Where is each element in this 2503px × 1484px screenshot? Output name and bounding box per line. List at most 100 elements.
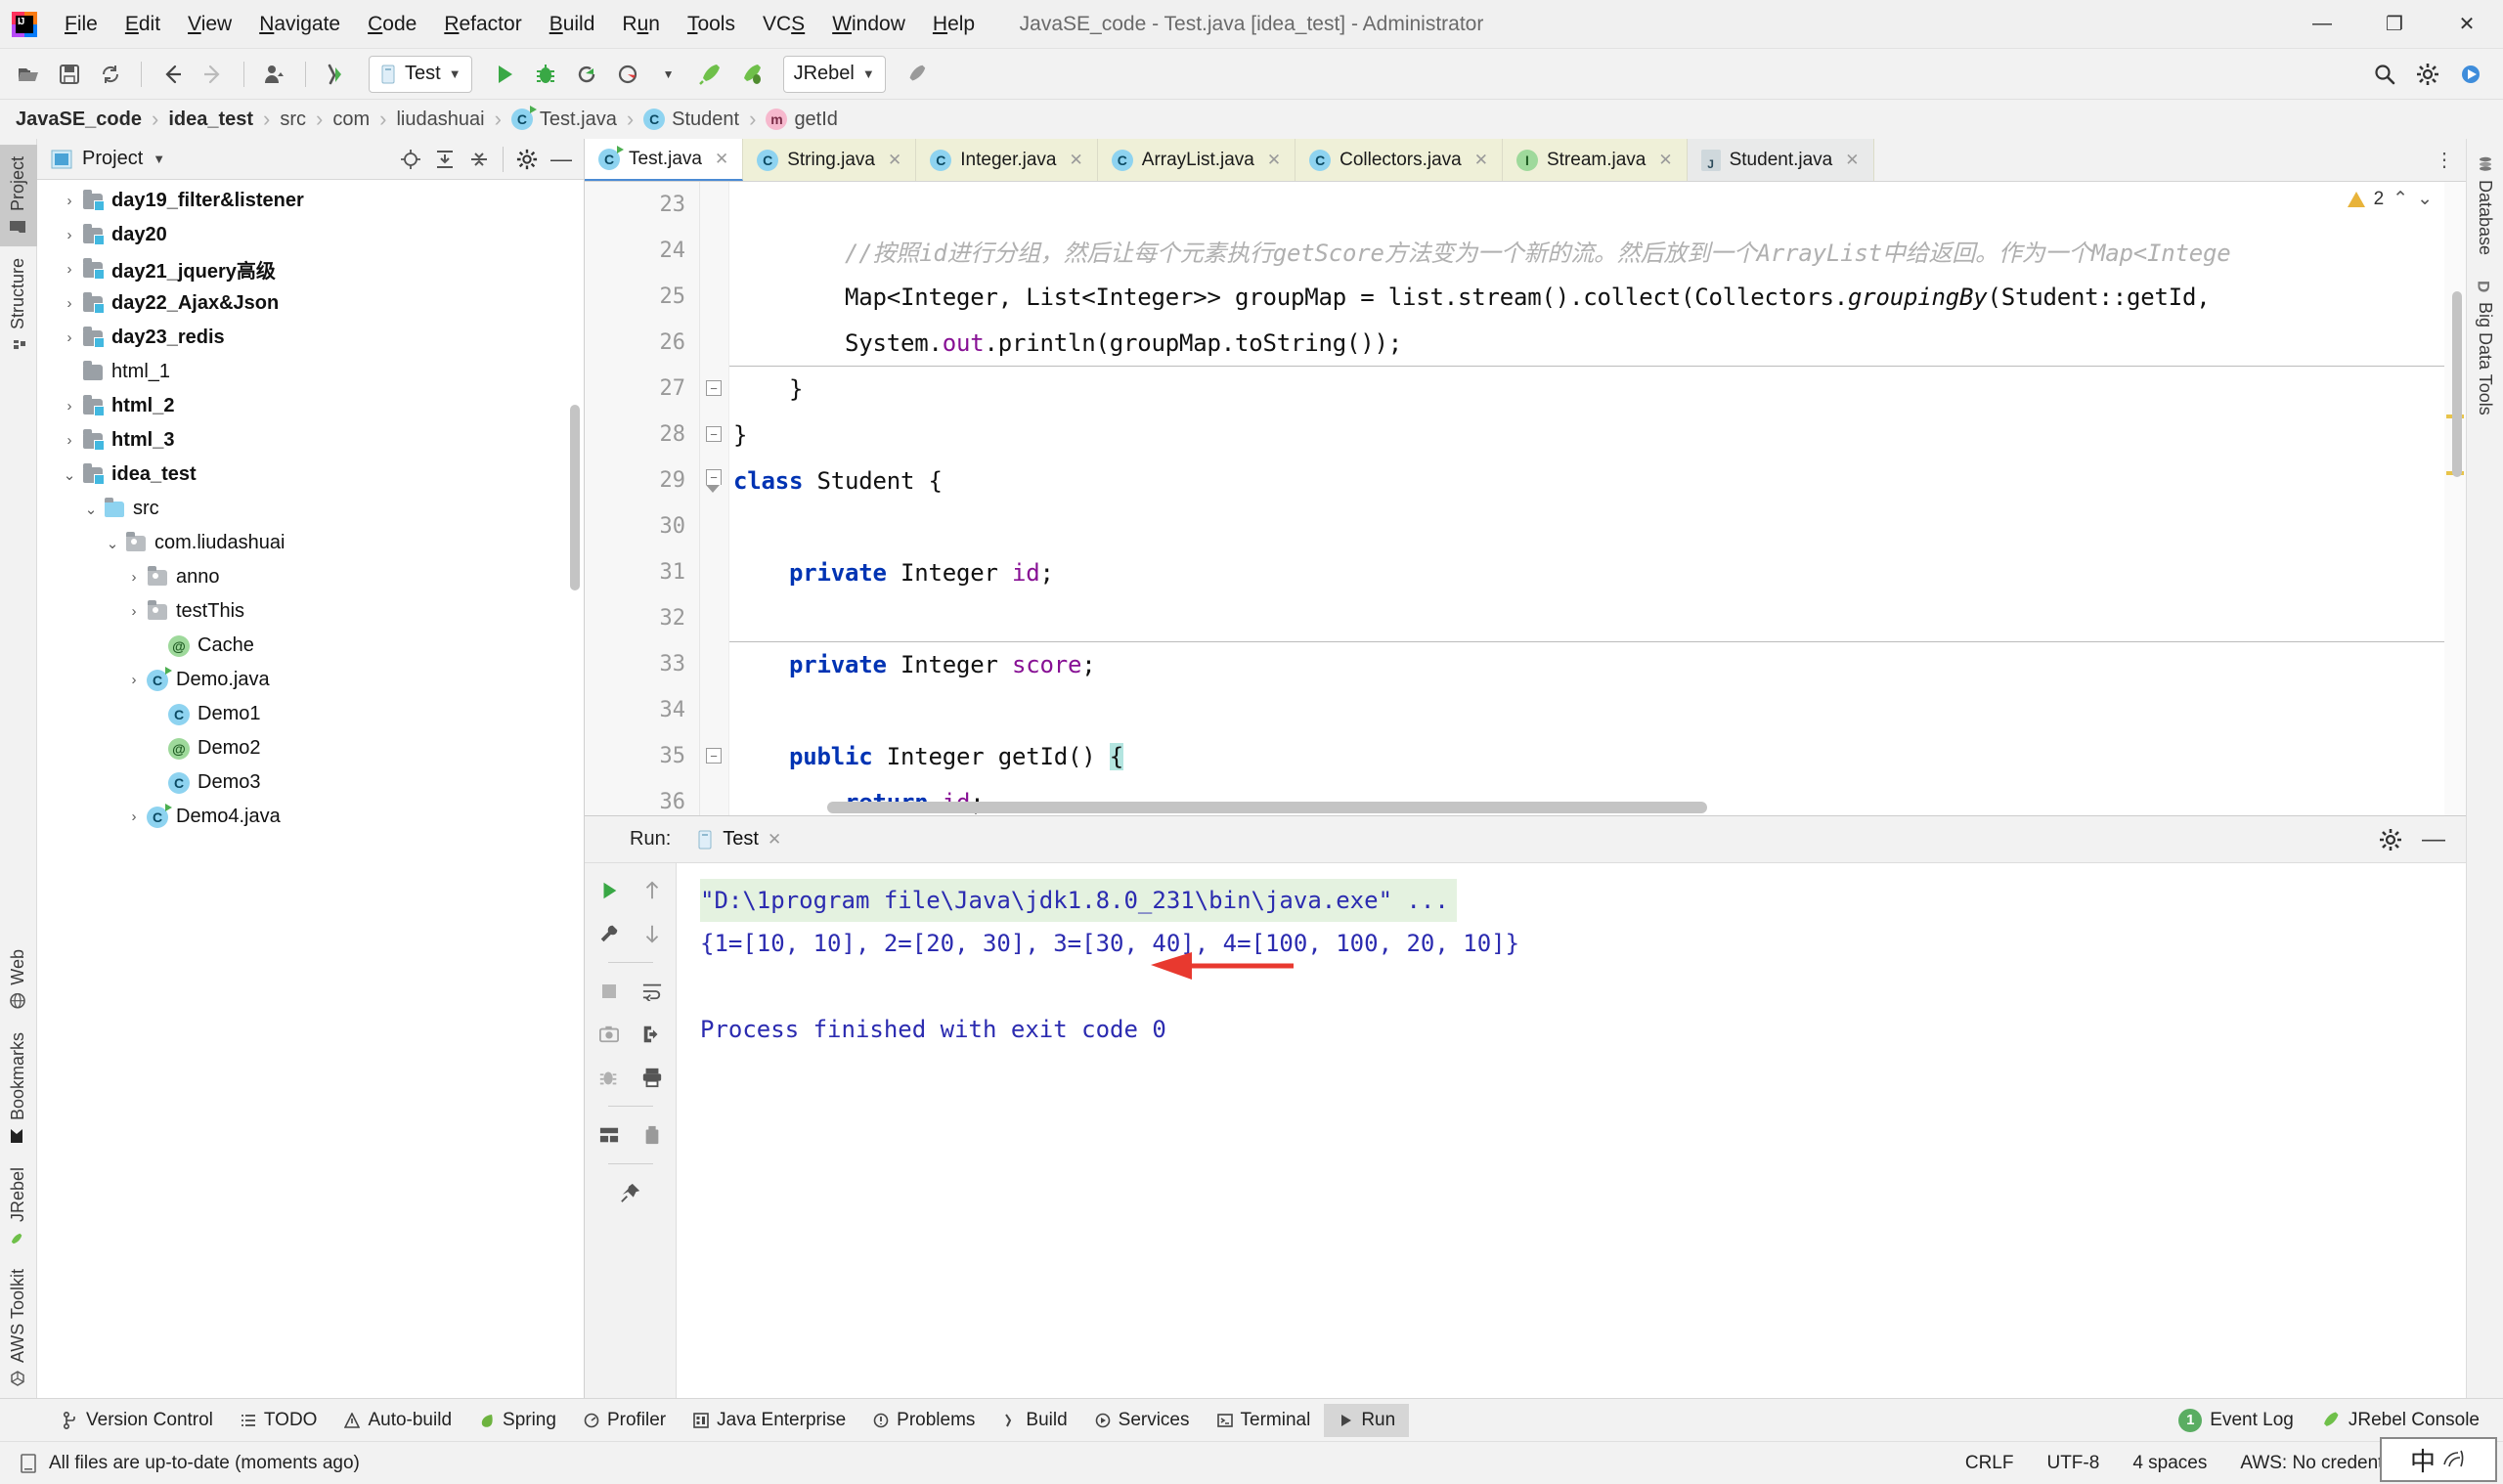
editor-horizontal-scrollbar[interactable] [827,802,1707,813]
scroll-down-button[interactable] [633,914,672,953]
save-all-icon[interactable] [51,56,88,93]
code-line[interactable] [729,687,2466,733]
bottom-tab-version-control[interactable]: Version Control [49,1404,227,1437]
indent-indicator[interactable]: 4 spaces [2132,1453,2207,1474]
chevron-right-icon[interactable]: › [123,569,145,586]
menu-tools[interactable]: Tools [674,7,749,42]
chevron-down-icon[interactable]: ⌄ [2417,188,2433,210]
chevron-down-icon[interactable]: ▼ [650,56,687,93]
code-line[interactable]: //按照id进行分组，然后让每个元素执行getScore方法变为一个新的流。然后… [729,228,2466,274]
breadcrumb-item-test-java[interactable]: C Test.java [510,106,617,131]
build-project-icon[interactable] [318,56,355,93]
menu-file[interactable]: File [51,7,111,42]
bottom-tab-todo[interactable]: TODO [227,1404,331,1437]
close-icon[interactable]: ✕ [1070,151,1083,170]
project-tree[interactable]: › day19_filter&listener › day20 › day21_jquer… [37,180,584,1398]
rail-tab-bookmarks[interactable]: Bookmarks [0,1021,37,1156]
code-line[interactable]: private Integer score; [729,641,2466,687]
code-line[interactable] [729,182,2466,228]
fold-collapse-icon[interactable]: − [706,748,722,764]
chevron-right-icon[interactable]: › [123,672,145,688]
code-line[interactable]: public Integer getId() { [729,733,2466,779]
menu-vcs[interactable]: VCS [749,7,818,42]
rerun-button[interactable] [590,871,629,910]
softwrap-button[interactable] [633,972,672,1011]
event-log-button[interactable]: 1 Event Log [2178,1408,2294,1432]
close-icon[interactable]: ✕ [1474,151,1488,170]
run-configuration-selector[interactable]: Test ▼ [369,55,472,93]
chevron-right-icon[interactable]: › [59,432,80,449]
close-icon[interactable]: ✕ [888,151,901,170]
menu-view[interactable]: View [174,7,245,42]
menu-edit[interactable]: Edit [111,7,174,42]
editor-tab-string-java[interactable]: C String.java ✕ [743,139,917,181]
bottom-tab-services[interactable]: Services [1081,1404,1204,1437]
jrebel-extra-icon[interactable] [898,56,935,93]
run-tab-test[interactable]: Test ✕ [686,824,792,867]
stop-button[interactable] [590,972,629,1011]
tree-node[interactable]: › html_3 [37,423,584,458]
editor-tab-collectors-java[interactable]: C Collectors.java ✕ [1295,139,1503,181]
editor-tab-integer-java[interactable]: C Integer.java ✕ [916,139,1098,181]
bottom-tab-problems[interactable]: Problems [859,1404,988,1437]
breadcrumb-item-liudashuai[interactable]: liudashuai [396,109,484,131]
layout-button[interactable] [590,1115,629,1155]
back-icon[interactable] [154,56,191,93]
maximize-button[interactable]: ❐ [2358,0,2431,49]
rail-tab-project[interactable]: Project [0,145,37,247]
fold-collapse-icon[interactable]: − [706,426,722,442]
breadcrumb-item-idea_test[interactable]: idea_test [168,109,253,131]
profile-icon[interactable] [609,56,646,93]
rail-tab-bigdata[interactable]: D Big Data Tools [2466,267,2503,427]
snapshot-button[interactable] [590,1015,629,1054]
chevron-down-icon[interactable]: ⌄ [102,535,123,552]
update-icon[interactable] [2452,56,2489,93]
close-icon[interactable]: ✕ [768,830,781,850]
chevron-right-icon[interactable]: › [59,227,80,243]
code-line[interactable] [729,595,2466,641]
hide-panel-icon[interactable]: — [547,145,576,174]
tree-node[interactable]: › anno [37,560,584,594]
tree-node[interactable]: › C Demo.java [37,663,584,697]
chevron-down-icon[interactable]: ⌄ [59,466,80,484]
trash-button[interactable] [633,1115,672,1155]
code-line[interactable]: System. out .println(groupMap.toString()); [729,320,2466,366]
code-editor[interactable]: 23 24 25 26 27 28 29 30 31 32 33 34 35 36 − − − − //按照id… [585,182,2466,815]
chevron-right-icon[interactable]: › [59,261,80,278]
breadcrumb-item-javase_code[interactable]: JavaSE_code [16,109,142,131]
bottom-tab-build[interactable]: Build [988,1404,1080,1437]
tree-node[interactable]: ⌄ idea_test [37,458,584,492]
tree-node[interactable]: › html_2 [37,389,584,423]
close-icon[interactable]: ✕ [715,150,728,169]
menu-run[interactable]: Run [608,7,674,42]
tree-node[interactable]: C Demo1 [37,697,584,731]
gear-icon[interactable] [512,145,542,174]
rail-tab-structure[interactable]: Structure [0,246,37,365]
code-line[interactable]: } [729,412,2466,458]
edit-configuration-button[interactable] [590,914,629,953]
breadcrumb-item-com[interactable]: com [332,109,370,131]
breadcrumb-item-src[interactable]: src [280,109,306,131]
editor-vertical-scrollbar[interactable] [2452,291,2462,477]
code-line[interactable]: class Student { [729,458,2466,503]
editor-tab-stream-java[interactable]: I Stream.java ✕ [1502,139,1688,181]
code-line[interactable]: Map<Integer, List<Integer>> groupMap = l… [729,274,2466,320]
tree-node[interactable]: › day21_jquery高级 [37,252,584,286]
menu-window[interactable]: Window [818,7,919,42]
pin-button[interactable] [611,1173,650,1212]
chevron-down-icon[interactable]: ⌄ [80,501,102,518]
close-icon[interactable]: ✕ [1267,151,1281,170]
rail-tab-jrebel[interactable]: JRebel [0,1156,37,1257]
jrebel-debug-icon[interactable] [732,56,769,93]
bottom-tab-auto-build[interactable]: Auto-build [330,1404,465,1437]
locate-icon[interactable] [396,145,425,174]
chevron-right-icon[interactable]: › [59,329,80,346]
jrebel-console-button[interactable]: JRebel Console [2319,1410,2480,1431]
dump-threads-button[interactable] [590,1058,629,1097]
collapse-all-icon[interactable] [464,145,494,174]
vcs-user-icon[interactable] [256,56,293,93]
tree-node[interactable]: › C Demo4.java [37,800,584,834]
chevron-up-icon[interactable]: ⌃ [2393,188,2408,210]
bottom-tab-profiler[interactable]: Profiler [570,1404,680,1437]
run-console-output[interactable]: "D:\1program file\Java\jdk1.8.0_231\bin\… [677,863,2466,1398]
